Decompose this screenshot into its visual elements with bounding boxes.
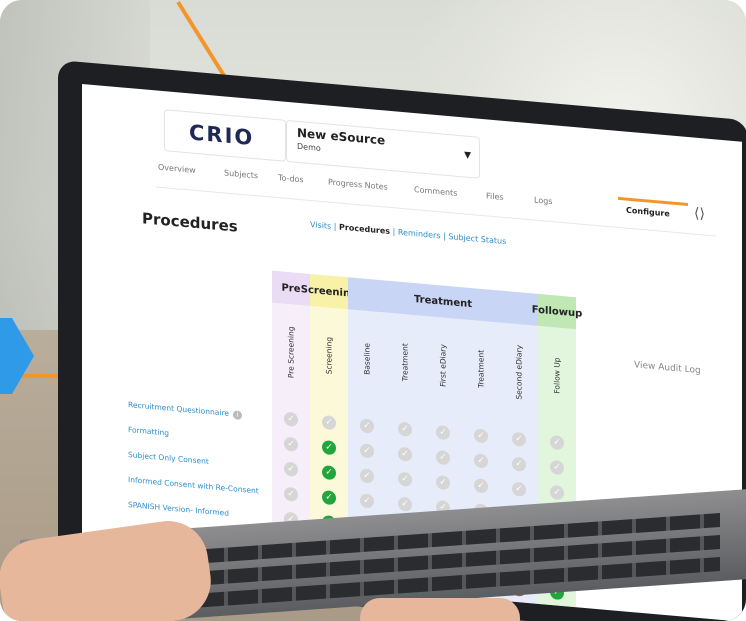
visit-column-header: Screening (310, 314, 348, 397)
subnav-separator: | (443, 231, 446, 241)
visit-label: Baseline (362, 342, 372, 376)
unchecked-icon[interactable]: ✓ (512, 456, 526, 472)
procedure-row-label[interactable]: Informed Consent with Re-Consent (128, 475, 259, 495)
unchecked-icon[interactable]: ✓ (398, 421, 412, 437)
caret-down-icon: ▼ (464, 150, 471, 162)
visit-label: Screening (324, 336, 334, 375)
unchecked-icon[interactable]: ✓ (322, 414, 336, 431)
subnav-separator: | (392, 227, 396, 237)
unchecked-icon[interactable]: ✓ (550, 484, 564, 501)
procedure-row-label[interactable]: Recruitment Questionnaire i (128, 400, 242, 420)
visit-label: Pre Screening (286, 326, 296, 379)
photo-background: CRIO New eSource Demo ▼ ⟨⟩ Overview Subj… (0, 0, 746, 621)
unchecked-icon[interactable]: ✓ (550, 459, 564, 476)
visit-label: Follow Up (552, 357, 562, 395)
unchecked-icon[interactable]: ✓ (512, 431, 526, 447)
tab-subjects[interactable]: Subjects (224, 168, 258, 180)
check-icon[interactable]: ✓ (322, 439, 336, 456)
tab-progress-notes[interactable]: Progress Notes (328, 178, 388, 192)
unchecked-icon[interactable]: ✓ (474, 428, 488, 444)
visit-column-header: Treatment (386, 321, 424, 404)
unchecked-icon[interactable]: ✓ (284, 436, 298, 452)
view-audit-log-link[interactable]: View Audit Log (634, 360, 701, 376)
decor-blue-arrow (12, 318, 34, 394)
tab-comments[interactable]: Comments (414, 185, 457, 198)
unchecked-icon[interactable]: ✓ (360, 468, 374, 484)
unchecked-icon[interactable]: ✓ (284, 461, 298, 477)
subnav-subject-status[interactable]: Subject Status (448, 232, 506, 246)
unchecked-icon[interactable]: ✓ (284, 411, 298, 427)
tab-files[interactable]: Files (486, 191, 504, 202)
active-tab-indicator (618, 196, 688, 207)
unchecked-icon[interactable]: ✓ (360, 493, 374, 509)
phase-header: Followup (532, 293, 582, 330)
visit-label: First eDiary (438, 343, 448, 388)
unchecked-icon[interactable]: ✓ (436, 424, 450, 441)
unchecked-icon[interactable]: ✓ (550, 434, 564, 451)
unchecked-icon[interactable]: ✓ (398, 446, 412, 462)
procedure-row-label[interactable]: SPANISH Version- Informed (128, 500, 229, 518)
phase-header: Screening (301, 273, 357, 310)
visit-column-header: Baseline (348, 317, 386, 400)
visit-column-header: Second eDiary (500, 331, 538, 414)
unchecked-icon[interactable]: ✓ (398, 496, 412, 512)
unchecked-icon[interactable]: ✓ (360, 443, 374, 459)
subnav-visits[interactable]: Visits (310, 220, 331, 231)
study-subtitle: Demo (297, 141, 321, 153)
unchecked-icon[interactable]: ✓ (436, 474, 450, 491)
tab-logs[interactable]: Logs (534, 196, 552, 207)
crio-logo: CRIO (189, 120, 255, 151)
visit-column-header: First eDiary (424, 324, 462, 407)
unchecked-icon[interactable]: ✓ (436, 449, 450, 466)
sub-navigation: Visits | Procedures | Reminders | Subjec… (310, 220, 506, 246)
tab-to-dos[interactable]: To-dos (278, 173, 304, 184)
page-title: Procedures (142, 209, 238, 236)
unchecked-icon[interactable]: ✓ (474, 478, 488, 494)
visit-label: Treatment (400, 342, 410, 382)
unchecked-icon[interactable]: ✓ (360, 418, 374, 434)
procedure-row-label[interactable]: Formatting (128, 425, 169, 438)
check-icon[interactable]: ✓ (322, 464, 336, 481)
tab-overview[interactable]: Overview (158, 163, 196, 175)
unchecked-icon[interactable]: ✓ (474, 453, 488, 469)
check-icon[interactable]: ✓ (322, 489, 336, 506)
subnav-reminders[interactable]: Reminders (398, 228, 441, 241)
subnav-separator: | (333, 222, 337, 232)
unchecked-icon[interactable]: ✓ (512, 481, 526, 497)
visit-column-header: Follow Up (538, 334, 576, 417)
visit-label: Second eDiary (514, 344, 524, 400)
procedure-row-label[interactable]: Subject Only Consent (128, 450, 209, 466)
info-icon[interactable]: i (232, 410, 242, 420)
visit-column-header: Treatment (462, 327, 500, 410)
decor-orange-line-top (176, 0, 229, 82)
decor-blue-bar (0, 318, 12, 394)
subnav-procedures[interactable]: Procedures (339, 222, 390, 235)
unchecked-icon[interactable]: ✓ (398, 471, 412, 487)
tab-configure[interactable]: Configure (626, 206, 670, 219)
visit-label: Treatment (476, 349, 486, 389)
unchecked-icon[interactable]: ✓ (284, 486, 298, 502)
right-hand (360, 598, 520, 621)
visit-column-header: Pre Screening (272, 311, 310, 394)
